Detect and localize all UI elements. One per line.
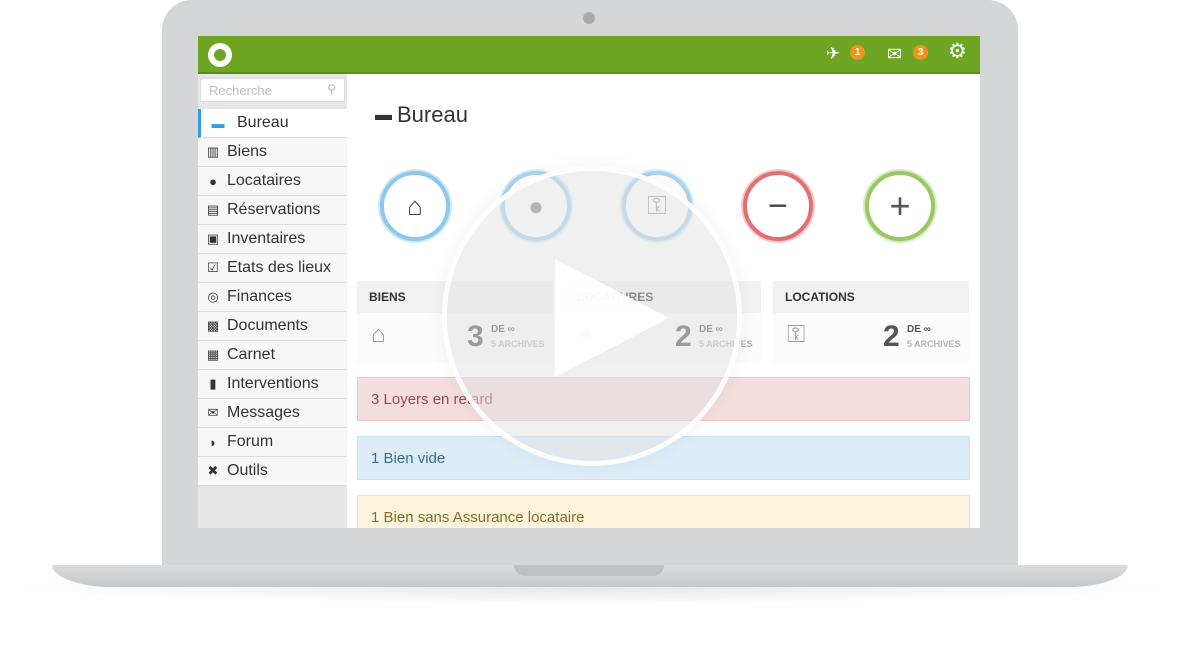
page-title: ▬ Bureau [375,102,468,128]
sidebar-item-carnet[interactable]: ▦ Carnet [198,341,347,370]
address-book-icon: ▦ [206,347,220,362]
sidebar-item-outils[interactable]: ✖ Outils [198,457,347,486]
laptop-mockup: ✈︎ 1 ✉︎ 3 ⚙︎ ⚲ ▬ Bureau ▥ Biens [0,0,1180,658]
sidebar-item-label: Inventaires [227,230,306,247]
search-icon[interactable]: ⚲ [327,82,336,96]
home-button[interactable]: ⌂ [380,171,450,241]
alert-no-insurance[interactable]: 1 Bien sans Assurance locataire [357,495,970,528]
sidebar-item-label: Forum [227,433,274,450]
page-title-text: Bureau [397,102,468,127]
minus-button[interactable]: − [743,171,813,241]
mail-badge: 3 [913,45,928,60]
sidebar-item-label: Etats des lieux [227,259,332,276]
sidebar-item-label: Messages [227,404,300,421]
sidebar-item-label: Carnet [227,346,276,363]
sidebar-item-label: Bureau [237,114,289,131]
chat-icon: ◗ [209,434,217,450]
sidebar-menu: ▬ Bureau ▥ Biens ● Locataires ▤ Réservat… [198,109,347,486]
sidebar-item-forum[interactable]: ◗ Forum [198,428,347,457]
sidebar: ⚲ ▬ Bureau ▥ Biens ● Locataires ▤ Réserv… [198,74,347,528]
camera-dot [583,12,595,24]
card-title: LOCATIONS [773,281,969,313]
sidebar-item-messages[interactable]: ✉︎ Messages [198,399,347,428]
sidebar-item-label: Finances [227,288,292,305]
plus-button[interactable]: + [865,171,935,241]
sidebar-item-bureau[interactable]: ▬ Bureau [198,109,347,138]
sidebar-item-etats-des-lieux[interactable]: ☑ Etats des lieux [198,254,347,283]
home-icon: ⌂ [371,321,386,348]
checklist-icon: ☑ [207,260,219,275]
pin-icon[interactable]: ✈︎ [826,44,840,64]
video-play-button[interactable] [442,166,742,466]
sidebar-item-locataires[interactable]: ● Locataires [198,167,347,196]
gear-icon[interactable]: ⚙︎ [948,41,967,62]
monitor-icon: ▬ [211,115,225,131]
top-bar: ✈︎ 1 ✉︎ 3 ⚙︎ [198,36,980,74]
sidebar-item-label: Outils [227,462,268,479]
sidebar-item-documents[interactable]: ▩ Documents [198,312,347,341]
card-de: DE ∞ [907,324,931,335]
sidebar-item-reservations[interactable]: ▤ Réservations [198,196,347,225]
card-count: 2 [883,320,900,353]
minus-icon: − [768,186,788,225]
sidebar-item-label: Interventions [227,375,319,392]
card-locations[interactable]: LOCATIONS ⚿ 2 DE ∞ 5 ARCHIVES [773,281,969,363]
key-icon: ⚿ [787,321,806,348]
home-icon: ⌂ [407,190,423,221]
sidebar-item-label: Réservations [227,201,321,218]
coins-icon: ◎ [207,289,219,304]
sidebar-item-label: Biens [227,143,268,160]
briefcase-icon: ▩ [206,318,220,333]
door-icon: ▥ [206,144,220,159]
paint-roller-icon: ▮ [209,376,217,391]
sidebar-item-finances[interactable]: ◎ Finances [198,283,347,312]
monitor-icon: ▬ [375,105,392,124]
card-archives: 5 ARCHIVES [907,339,961,349]
pin-badge: 1 [850,45,865,60]
sidebar-item-inventaires[interactable]: ▣ Inventaires [198,225,347,254]
armchair-icon: ▣ [206,231,220,246]
tools-icon: ✖ [207,463,219,478]
notebook-icon: ▤ [206,202,220,217]
users-icon: ● [209,173,217,189]
plus-icon: + [889,185,911,226]
search-box: ⚲ [200,78,345,102]
sidebar-item-interventions[interactable]: ▮ Interventions [198,370,347,399]
envelope-icon: ✉︎ [207,405,219,420]
card-body: ⚿ 2 DE ∞ 5 ARCHIVES [773,313,969,363]
app-logo[interactable] [208,43,232,67]
search-input[interactable] [201,79,321,101]
laptop-notch [514,565,664,576]
sidebar-item-label: Documents [227,317,308,334]
play-icon [555,259,669,377]
mail-icon[interactable]: ✉︎ [887,44,902,64]
sidebar-item-biens[interactable]: ▥ Biens [198,138,347,167]
sidebar-item-label: Locataires [227,172,301,189]
